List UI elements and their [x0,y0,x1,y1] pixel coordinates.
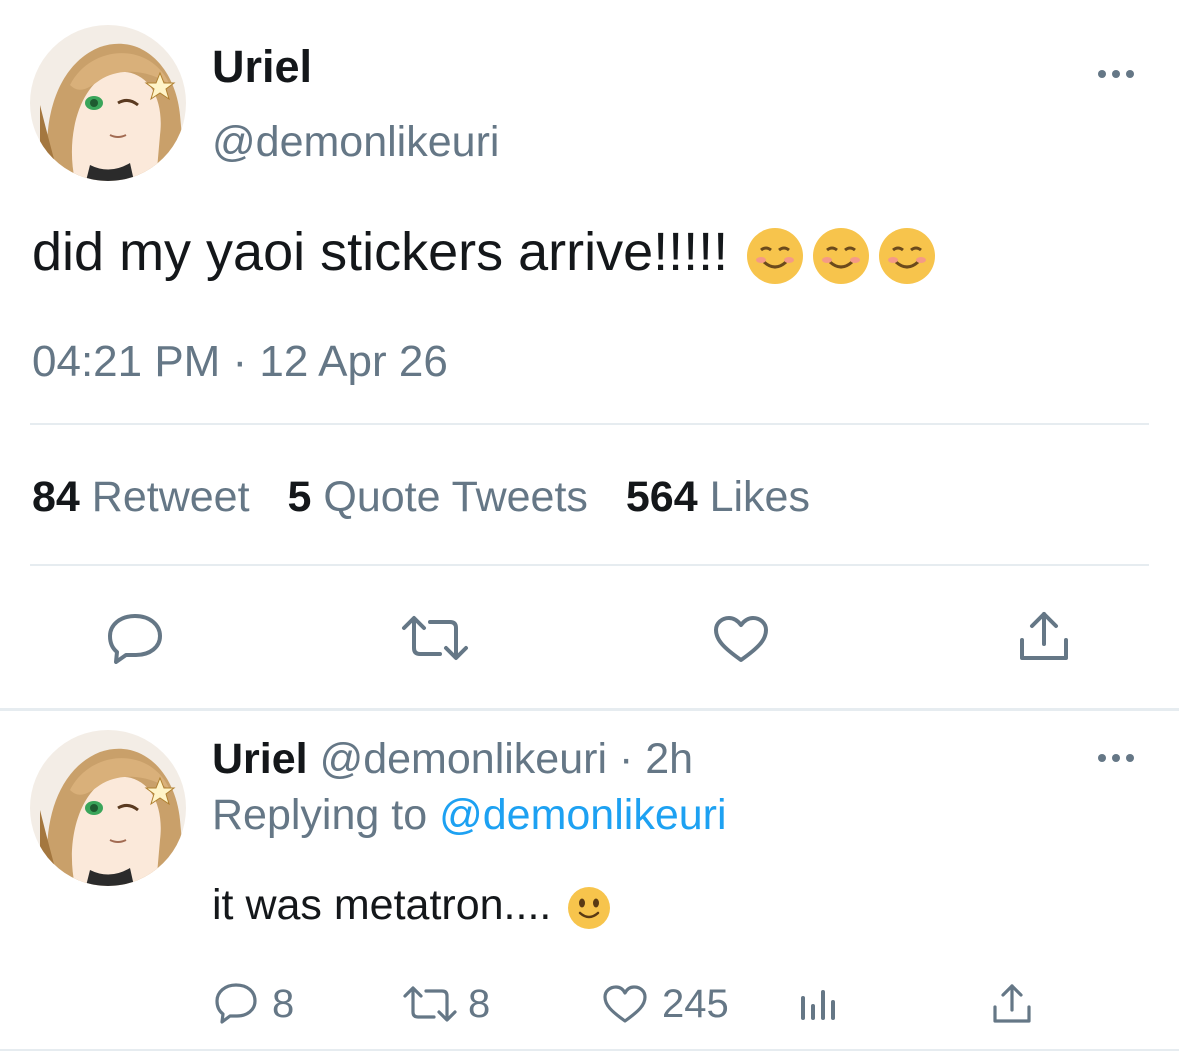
tweet-stats: 84 Retweet 5 Quote Tweets 564 Likes [32,472,810,522]
like-icon[interactable] [712,614,770,664]
smiling-face-emoji [879,227,936,284]
author-name[interactable]: Uriel [212,42,312,92]
likes-count: 564 [625,473,698,521]
like-icon[interactable] [602,984,648,1024]
reply-time[interactable]: · 2h [619,735,693,783]
quote-stat[interactable]: 5 Quote Tweets [288,473,600,521]
quote-label: Quote Tweets [323,473,588,521]
reply-text-content: it was metatron.... [212,881,564,929]
retweet-icon[interactable] [400,614,470,662]
smiling-face-emoji [747,227,804,284]
reply-header: Uriel @demonlikeuri · 2h [212,734,693,784]
more-options-icon[interactable] [1098,754,1134,762]
quote-count: 5 [287,473,312,521]
divider [0,708,1179,711]
reply-icon[interactable] [106,612,164,664]
retweet-count: 8 [468,982,491,1026]
replying-to: Replying to @demonlikeuri [212,790,727,840]
retweet-count: 84 [32,473,80,521]
like-count: 245 [662,982,729,1026]
divider [0,1049,1179,1051]
likes-stat[interactable]: 564 Likes [626,473,810,521]
reply-author-name[interactable]: Uriel [212,735,308,783]
reply-text: it was metatron.... [212,880,611,930]
tweet-text: did my yaoi stickers arrive!!!!! [32,222,936,284]
more-options-icon[interactable] [1098,70,1134,78]
analytics-icon[interactable] [798,986,838,1022]
reply-icon[interactable] [214,982,258,1024]
replying-to-label: Replying to [212,791,428,839]
divider [30,564,1149,566]
retweet-icon[interactable] [402,984,458,1024]
divider [30,423,1149,425]
share-icon[interactable] [990,982,1034,1026]
tweet-text-content: did my yaoi stickers arrive!!!!! [32,222,744,282]
avatar[interactable] [30,730,186,886]
replying-to-handle[interactable]: @demonlikeuri [439,791,726,839]
avatar[interactable] [30,25,186,181]
author-handle[interactable]: @demonlikeuri [212,117,499,167]
smiling-face-emoji [813,227,870,284]
reply-count: 8 [272,982,295,1026]
retweet-stat[interactable]: 84 Retweet [32,473,262,521]
timestamp[interactable]: 04:21 PM · 12 Apr 26 [32,337,448,387]
retweet-label: Retweet [91,473,250,521]
likes-label: Likes [709,473,810,521]
share-icon[interactable] [1016,608,1072,664]
reply-author-handle[interactable]: @demonlikeuri [320,735,607,783]
slightly-smiling-face-emoji [567,886,611,930]
